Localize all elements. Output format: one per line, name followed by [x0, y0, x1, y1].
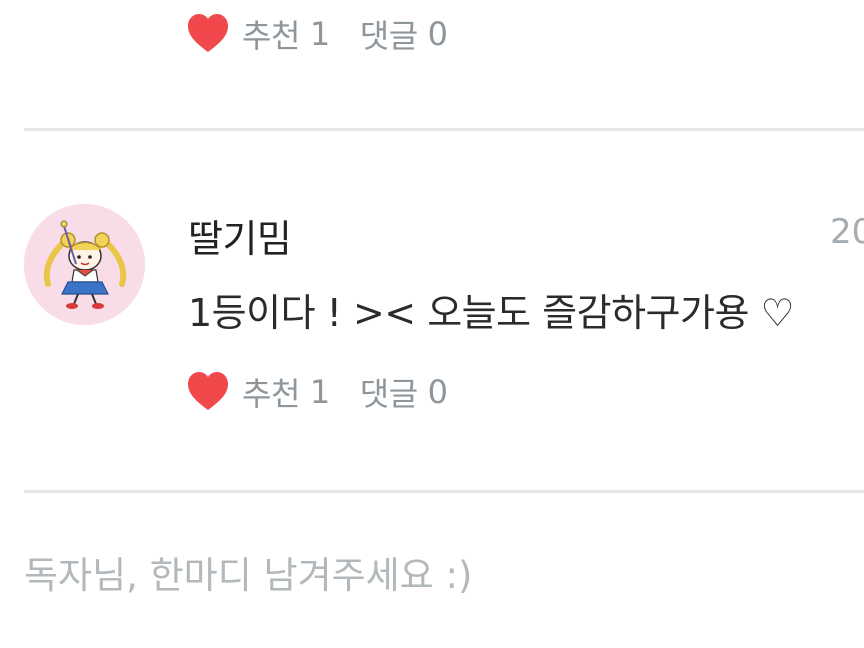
- like-button[interactable]: 추천: [242, 11, 300, 57]
- comment-text: 1등이다 ! >< 오늘도 즐감하구가용 ♡: [188, 291, 795, 335]
- like-count: 1: [309, 373, 330, 411]
- like-button[interactable]: 추천: [242, 369, 300, 415]
- comment-author[interactable]: 딸기밈: [188, 208, 292, 263]
- reply-count: 0: [427, 373, 448, 411]
- comment-item: 딸기밈 20 1등이다 ! >< 오늘도 즐감하구가용 ♡ 추천 1 댓글 0: [0, 132, 864, 490]
- reply-button[interactable]: 댓글: [360, 369, 418, 415]
- comment-section: 추천 1 댓글 0 딸기밈 20 1등이다 ! >< 오늘도 즐감하구가용 ♡ …: [0, 0, 864, 648]
- comment-input[interactable]: [24, 540, 844, 610]
- previous-comment-actions: 추천 1 댓글 0: [186, 12, 448, 56]
- heart-icon[interactable]: [186, 370, 230, 414]
- comment-date: 20: [830, 212, 864, 252]
- like-count: 1: [309, 15, 330, 53]
- divider: [24, 128, 864, 131]
- divider: [24, 490, 864, 493]
- heart-icon[interactable]: [186, 12, 230, 56]
- reply-count: 0: [427, 15, 448, 53]
- reply-button[interactable]: 댓글: [360, 11, 418, 57]
- sailor-moon-character-icon: [24, 204, 145, 325]
- comment-actions: 추천 1 댓글 0: [186, 370, 448, 414]
- avatar[interactable]: [24, 204, 145, 325]
